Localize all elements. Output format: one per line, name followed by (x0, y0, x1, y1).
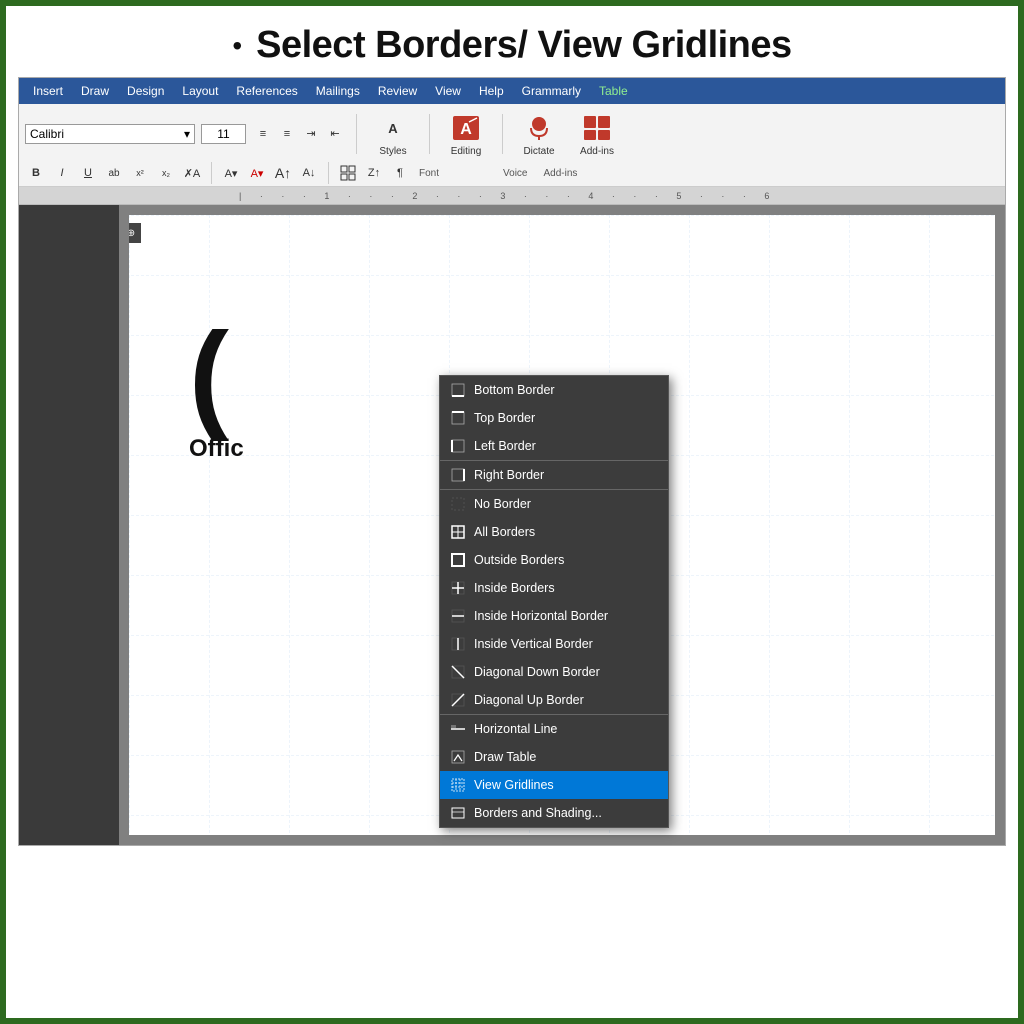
borders-dropdown-menu: Bottom Border Top Border Left Border (439, 375, 669, 828)
dropdown-item-borders-shading[interactable]: Borders and Shading... (440, 799, 668, 827)
big-letter: ( (189, 315, 229, 435)
bullet-point: • (232, 30, 242, 62)
dropdown-item-left-border[interactable]: Left Border (440, 432, 668, 460)
doc-sidebar (19, 205, 119, 845)
outside-borders-icon (450, 552, 466, 568)
no-border-icon (450, 496, 466, 512)
diagonal-up-border-icon (450, 692, 466, 708)
font-size-shrink-btn[interactable]: A↓ (298, 162, 320, 184)
draw-table-icon (450, 749, 466, 765)
menu-grammarly[interactable]: Grammarly (514, 80, 589, 102)
svg-text:A: A (460, 121, 472, 138)
dropdown-item-all-borders[interactable]: All Borders (440, 518, 668, 546)
list-num-btn[interactable]: ≡ (276, 123, 298, 145)
top-border-icon (450, 410, 466, 426)
menu-mailings[interactable]: Mailings (308, 80, 368, 102)
strikethrough-btn[interactable]: ab (103, 162, 125, 184)
inside-vertical-border-icon (450, 636, 466, 652)
dropdown-item-diagonal-up[interactable]: Diagonal Up Border (440, 686, 668, 714)
font-group-label: Font (419, 168, 439, 179)
paragraph-group: ≡ ≡ ⇥ ⇤ (252, 123, 346, 145)
right-border-icon (450, 467, 466, 483)
pilcrow-btn[interactable]: ¶ (389, 162, 411, 184)
dropdown-item-bottom-border[interactable]: Bottom Border (440, 376, 668, 404)
subscript-btn[interactable]: x₂ (155, 162, 177, 184)
divider-5 (328, 162, 329, 184)
clear-format-btn[interactable]: ✗A (181, 162, 203, 184)
menu-design[interactable]: Design (119, 80, 172, 102)
view-gridlines-icon (450, 777, 466, 793)
outdent-btn[interactable]: ⇤ (324, 123, 346, 145)
menu-insert[interactable]: Insert (25, 80, 71, 102)
divider-1 (356, 114, 357, 154)
document-area: ⊕ ( Offic Bottom Border Top Border (19, 205, 1005, 845)
menu-bar: Insert Draw Design Layout References Mai… (19, 78, 1005, 104)
menu-layout[interactable]: Layout (174, 80, 226, 102)
menu-view[interactable]: View (427, 80, 469, 102)
addins-button[interactable]: Add-ins (571, 108, 623, 159)
dropdown-item-horizontal-line[interactable]: Horizontal Line (440, 714, 668, 743)
sort-btn[interactable]: Z↑ (363, 162, 385, 184)
ribbon: Calibri ▾ 11 ≡ ≡ ⇥ ⇤ A Styles (19, 104, 1005, 187)
ruler: | · · · 1 · · · 2 · · · 3 · · · 4 · · · … (19, 187, 1005, 205)
borders-btn[interactable] (337, 162, 359, 184)
styles-button[interactable]: A Styles (367, 108, 419, 159)
diagonal-down-border-icon (450, 664, 466, 680)
font-size-selector[interactable]: 11 (201, 124, 246, 144)
page-header: • Select Borders/ View Gridlines (6, 6, 1018, 77)
page-title: Select Borders/ View Gridlines (256, 24, 792, 67)
underline-btn[interactable]: U (77, 162, 99, 184)
bottom-border-icon (450, 382, 466, 398)
ruler-marks: | · · · 1 · · · 2 · · · 3 · · · 4 · · · … (239, 191, 777, 201)
ribbon-row-1: Calibri ▾ 11 ≡ ≡ ⇥ ⇤ A Styles (25, 108, 999, 159)
dropdown-item-diagonal-down[interactable]: Diagonal Down Border (440, 658, 668, 686)
borders-shading-icon (450, 805, 466, 821)
divider-3 (502, 114, 503, 154)
dropdown-item-view-gridlines[interactable]: View Gridlines (440, 771, 668, 799)
menu-draw[interactable]: Draw (73, 80, 117, 102)
inside-horizontal-border-icon (450, 608, 466, 624)
dropdown-item-draw-table[interactable]: Draw Table (440, 743, 668, 771)
horizontal-line-icon (450, 721, 466, 737)
list-bullet-btn[interactable]: ≡ (252, 123, 274, 145)
divider-4 (211, 162, 212, 184)
menu-help[interactable]: Help (471, 80, 512, 102)
dropdown-item-no-border[interactable]: No Border (440, 489, 668, 518)
font-name-selector[interactable]: Calibri ▾ (25, 124, 195, 144)
dropdown-item-outside-borders[interactable]: Outside Borders (440, 546, 668, 574)
menu-table[interactable]: Table (591, 80, 636, 102)
superscript-btn[interactable]: x² (129, 162, 151, 184)
ribbon-row-2: B I U ab x² x₂ ✗A A▾ A▾ A↑ A↓ Z↑ ¶ (25, 162, 999, 184)
font-color-btn[interactable]: A▾ (246, 162, 268, 184)
inside-borders-icon (450, 580, 466, 596)
dropdown-item-right-border[interactable]: Right Border (440, 460, 668, 489)
dropdown-item-inside-horizontal[interactable]: Inside Horizontal Border (440, 602, 668, 630)
dropdown-item-inside-borders[interactable]: Inside Borders (440, 574, 668, 602)
table-move-handle[interactable]: ⊕ (129, 223, 141, 243)
office-text: Offic (189, 435, 244, 463)
voice-label: Voice (503, 168, 527, 179)
menu-references[interactable]: References (228, 80, 305, 102)
word-application: Insert Draw Design Layout References Mai… (18, 77, 1006, 846)
divider-2 (429, 114, 430, 154)
indent-btn[interactable]: ⇥ (300, 123, 322, 145)
dictate-button[interactable]: Dictate (513, 108, 565, 159)
dropdown-item-inside-vertical[interactable]: Inside Vertical Border (440, 630, 668, 658)
addins2-label: Add-ins (543, 168, 577, 179)
menu-review[interactable]: Review (370, 80, 425, 102)
all-borders-icon (450, 524, 466, 540)
bold-btn[interactable]: B (25, 162, 47, 184)
left-border-icon (450, 438, 466, 454)
dropdown-item-top-border[interactable]: Top Border (440, 404, 668, 432)
italic-btn[interactable]: I (51, 162, 73, 184)
highlight-btn[interactable]: A▾ (220, 162, 242, 184)
editing-button[interactable]: A Editing (440, 108, 492, 159)
font-size-grow-btn[interactable]: A↑ (272, 162, 294, 184)
